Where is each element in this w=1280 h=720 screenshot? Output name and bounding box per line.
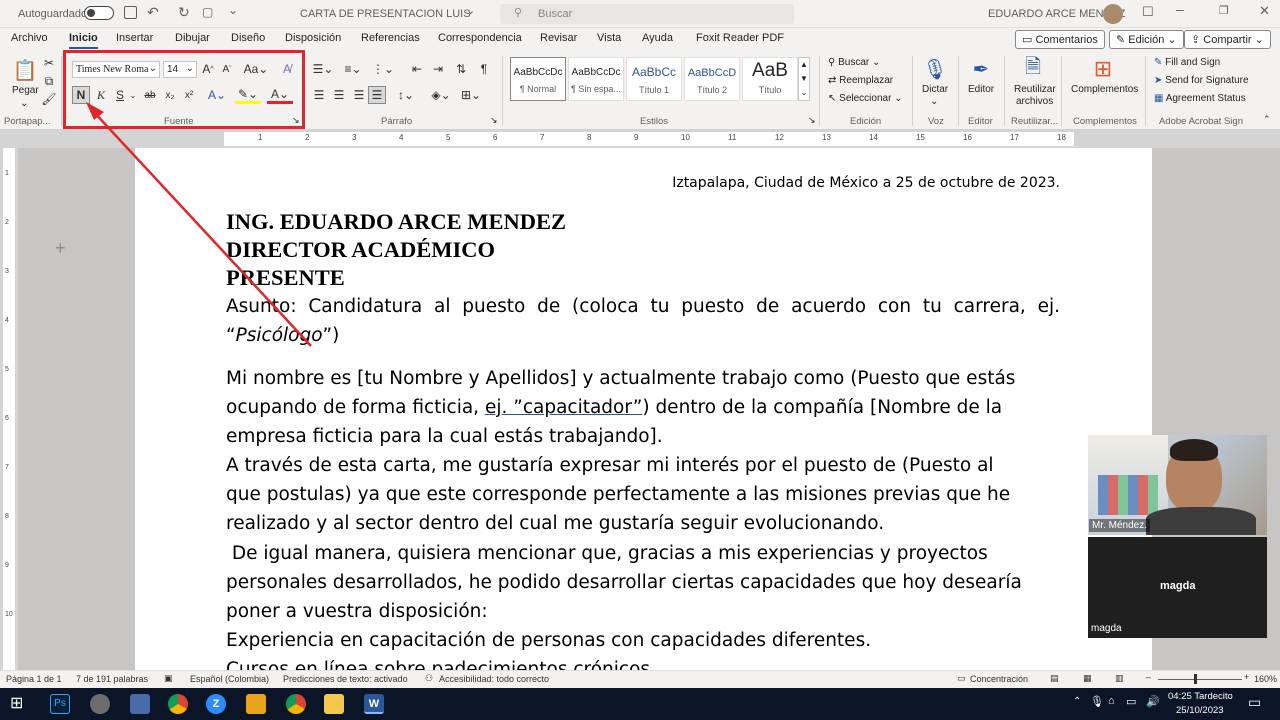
- tray-chevron-icon[interactable]: ⌃: [1073, 696, 1081, 707]
- mic-tray-icon[interactable]: 🎙: [1090, 695, 1104, 708]
- zoom-in-icon[interactable]: +: [1244, 672, 1249, 682]
- web-layout-icon[interactable]: ▥: [1115, 673, 1124, 684]
- participant-2-center-name: magda: [1160, 580, 1196, 592]
- zoom-app-icon[interactable]: Z: [206, 694, 226, 714]
- status-bar: Página 1 de 1 7 de 191 palabras ▣ Españo…: [0, 670, 1280, 688]
- notifications-icon[interactable]: ▭: [1248, 694, 1261, 711]
- windows-start-icon[interactable]: ⊞: [10, 693, 23, 713]
- sublime-icon[interactable]: [246, 694, 266, 714]
- word-icon[interactable]: W: [364, 694, 384, 714]
- participant-1-name: Mr. Méndez.: [1089, 519, 1151, 532]
- volume-icon[interactable]: 🔊: [1146, 695, 1160, 708]
- zoom-out-icon[interactable]: –: [1146, 672, 1151, 682]
- accessibility-icon: ⚇: [425, 673, 434, 683]
- accessibility-status[interactable]: Accesibilidad: todo correcto: [439, 674, 549, 684]
- proofing-icon[interactable]: ▣: [164, 673, 173, 684]
- video-participant-1[interactable]: Mr. Méndez.: [1088, 435, 1267, 535]
- read-mode-icon[interactable]: ▤: [1050, 673, 1059, 684]
- page-count[interactable]: Página 1 de 1: [6, 674, 62, 684]
- focus-mode-button[interactable]: Concentración: [970, 674, 1028, 684]
- network-icon[interactable]: ⌂: [1108, 695, 1115, 707]
- focus-icon: ▭: [957, 673, 966, 683]
- text-predictions-status[interactable]: Predicciones de texto: activado: [283, 674, 408, 684]
- zoom-level[interactable]: 160%: [1254, 674, 1277, 684]
- calculator-icon[interactable]: [130, 694, 150, 714]
- chrome-icon-2[interactable]: [286, 694, 306, 714]
- video-participant-2[interactable]: magda magda: [1088, 537, 1267, 638]
- clock-date[interactable]: 25/10/2023: [1176, 705, 1224, 716]
- print-layout-icon[interactable]: ▦: [1083, 673, 1092, 684]
- file-explorer-icon[interactable]: [324, 694, 344, 714]
- photoshop-icon[interactable]: Ps: [50, 694, 70, 714]
- app-icon-1[interactable]: [90, 694, 110, 714]
- taskbar: ⊞ Ps Z W ⌃ 🎙 ⌂ ▭ 🔊 04:25 Tardecito 25/10…: [0, 688, 1280, 720]
- clock-time[interactable]: 04:25 Tardecito: [1168, 691, 1233, 702]
- language-status[interactable]: Español (Colombia): [190, 674, 269, 684]
- participant-2-name: magda: [1091, 623, 1122, 634]
- zoom-slider[interactable]: [1158, 679, 1242, 680]
- word-count[interactable]: 7 de 191 palabras: [76, 674, 148, 684]
- battery-icon[interactable]: ▭: [1126, 695, 1136, 708]
- chrome-icon[interactable]: [168, 694, 188, 714]
- zoom-slider-thumb[interactable]: [1194, 674, 1197, 684]
